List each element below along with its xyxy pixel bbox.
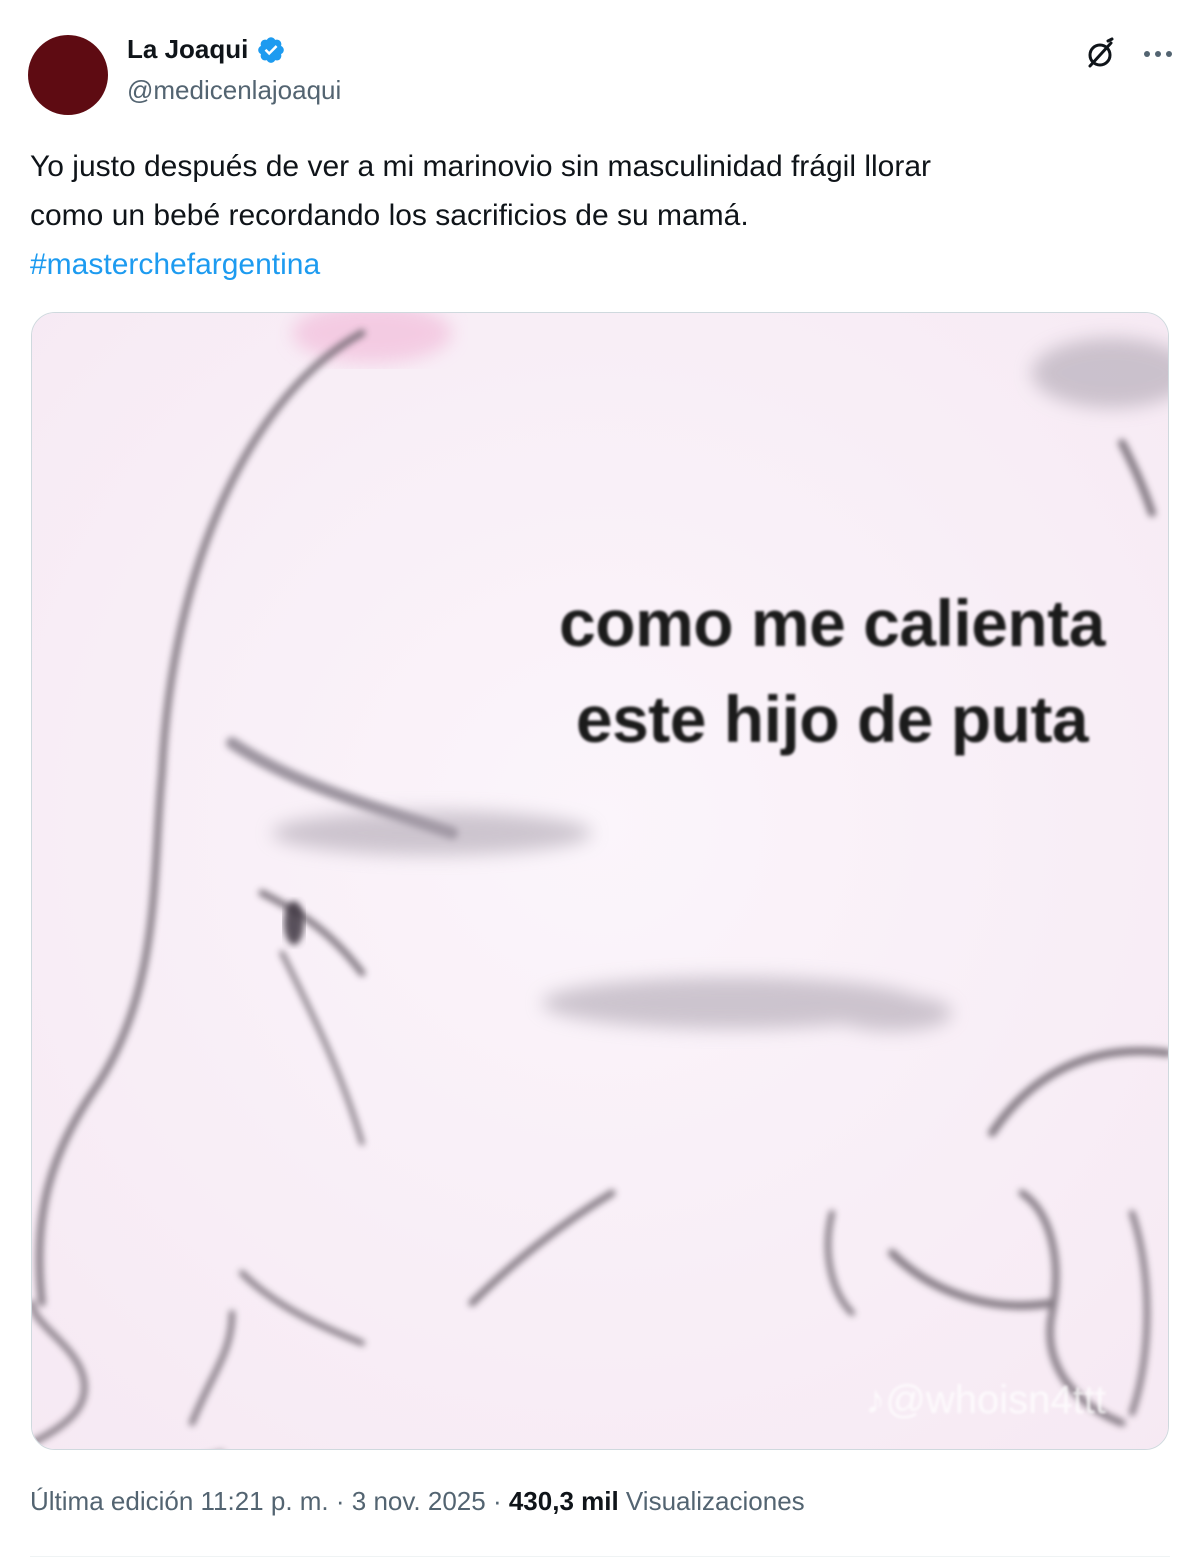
hashtag-link[interactable]: #masterchefargentina [30, 240, 1170, 289]
tweet: La Joaqui @medicenlajoaqui Yo justo desp… [0, 0, 1200, 1560]
edited-timestamp[interactable]: Última edición 11:21 p. m. · 3 nov. 2025… [30, 1486, 509, 1516]
tweet-meta: Última edición 11:21 p. m. · 3 nov. 2025… [30, 1486, 805, 1517]
views-label: Visualizaciones [618, 1486, 805, 1516]
name-row: La Joaqui [127, 34, 341, 65]
views-count: 430,3 mil [508, 1486, 619, 1516]
meme-caption-line-2: este hijo de puta [575, 682, 1089, 756]
meme-caption: como me calienta este hijo de puta [502, 575, 1162, 767]
tweet-text-line-1: Yo justo después de ver a mi marinovio s… [30, 150, 931, 183]
author-name[interactable]: La Joaqui [127, 34, 248, 65]
tweet-text: Yo justo después de ver a mi marinovio s… [30, 142, 1170, 289]
author-block: La Joaqui @medicenlajoaqui [127, 34, 341, 106]
meme-caption-line-1: como me calienta [559, 586, 1105, 660]
media-watermark: ♪@whoisn4ttt [865, 1378, 1106, 1422]
more-icon[interactable] [1140, 36, 1176, 72]
top-actions [1082, 36, 1176, 72]
avatar[interactable] [28, 35, 108, 115]
meme-illustration [32, 313, 1168, 1449]
grok-icon[interactable] [1082, 36, 1118, 72]
verified-badge-icon [258, 36, 285, 63]
tweet-text-line-2: como un bebé recordando los sacrificios … [30, 199, 749, 232]
media-image[interactable]: como me calienta este hijo de puta ♪@who… [31, 312, 1169, 1450]
divider [30, 1556, 1170, 1557]
author-handle[interactable]: @medicenlajoaqui [127, 75, 341, 106]
